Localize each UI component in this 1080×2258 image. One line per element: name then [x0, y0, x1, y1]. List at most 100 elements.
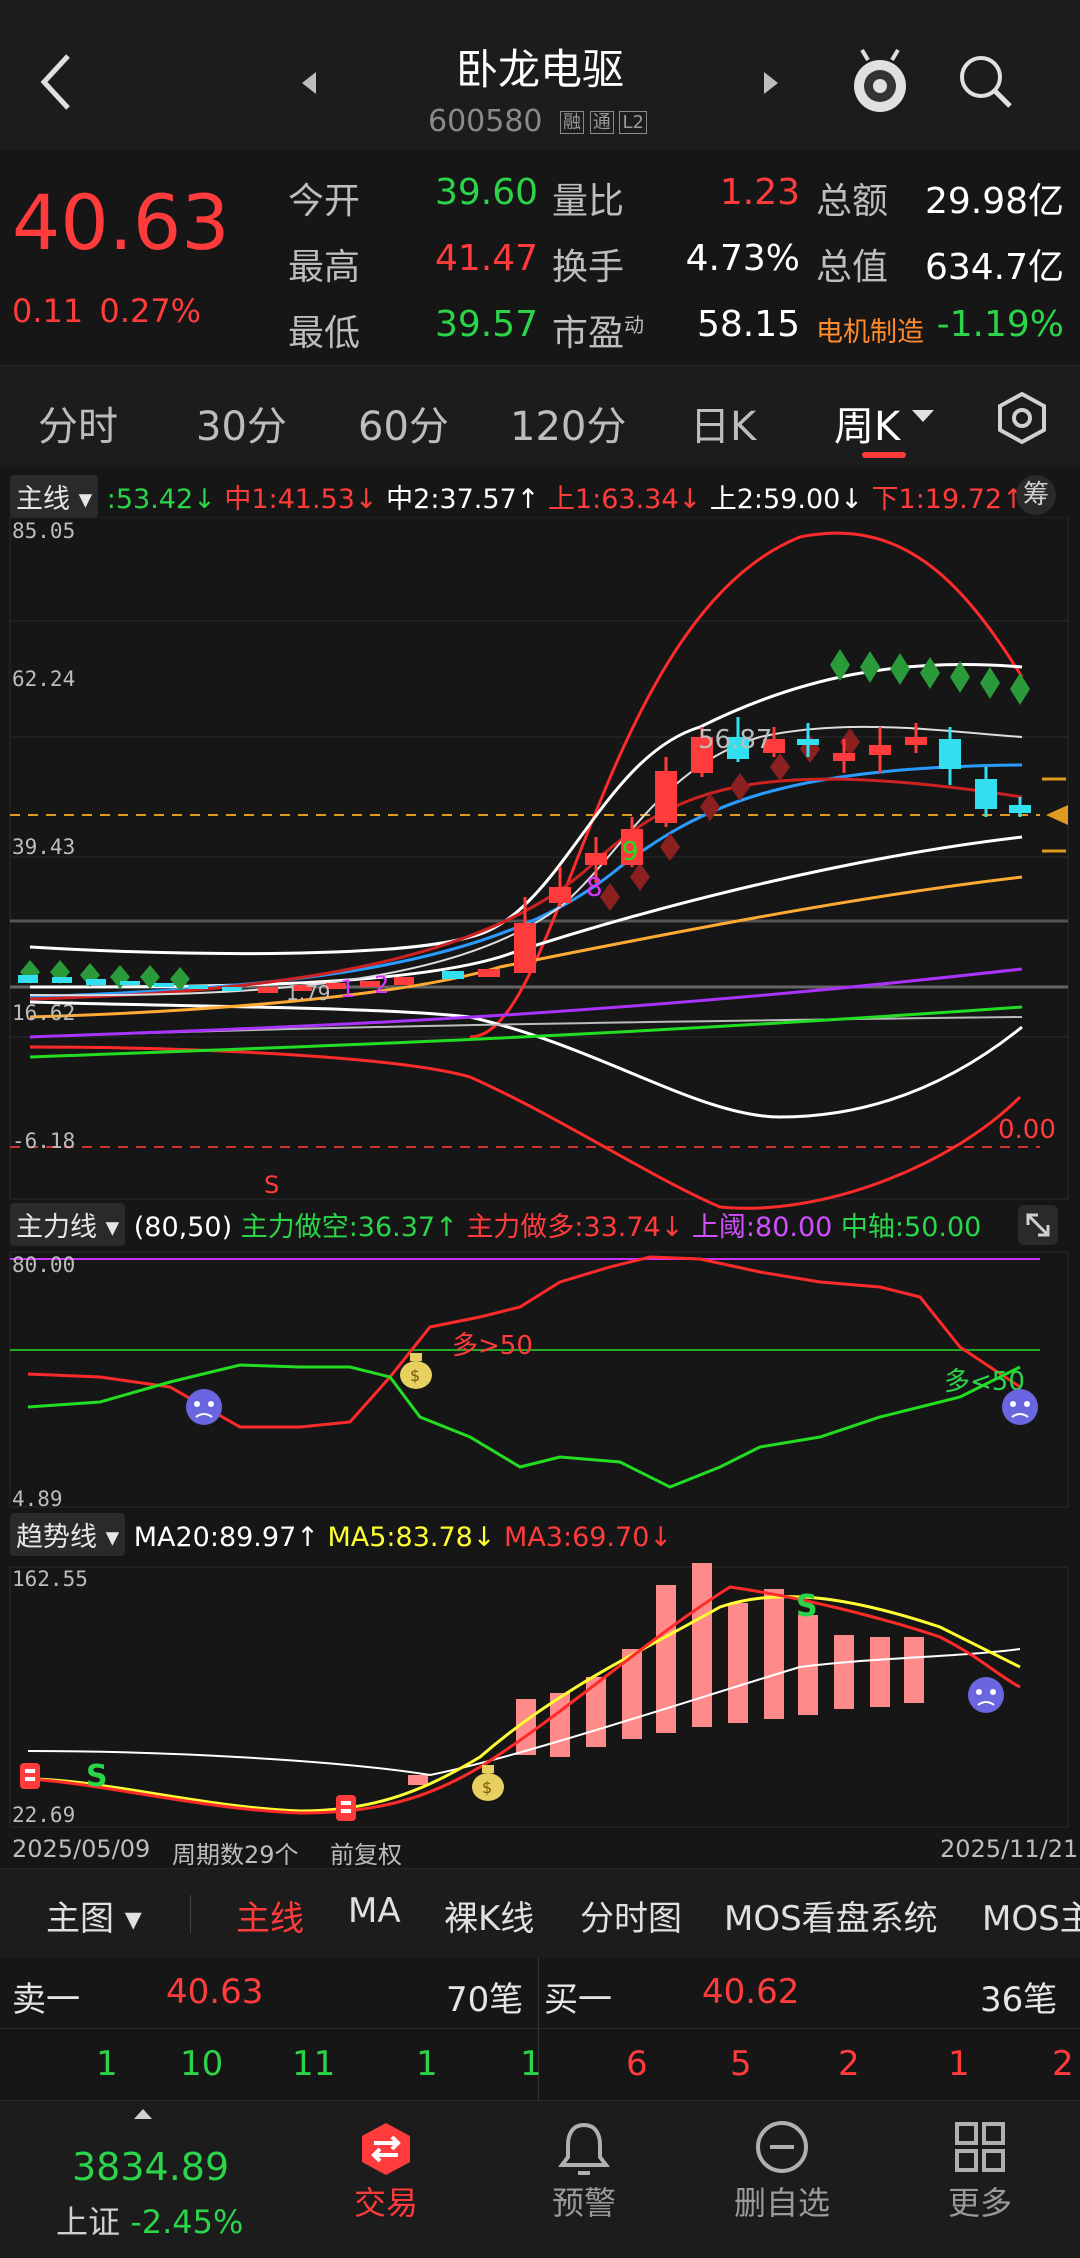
main-ytick-4: -6.18 — [12, 1129, 76, 1153]
nav-alert-label: 预警 — [551, 2184, 616, 2222]
buy-label: 买一 — [544, 1980, 612, 2020]
marker-1: 1 — [340, 975, 356, 1003]
buy-lot-1: 5 — [730, 2044, 752, 2084]
low-value-label: 1.79 — [286, 981, 331, 1005]
ctab-ma[interactable]: MA — [348, 1891, 401, 1931]
index-name: 上证 — [56, 2203, 121, 2241]
marker-9: 9 — [622, 837, 639, 867]
main-indicator-select[interactable]: 主线 ▾ — [10, 475, 99, 518]
period-count: 周期数29个 — [172, 1841, 299, 1869]
sell-lot-2: 11 — [292, 2044, 336, 2084]
marker-8: 8 — [586, 873, 603, 903]
kline-chart[interactable] — [0, 517, 1080, 1867]
bottom-nav: 3834.89 上证 -2.45% 交易 预警 删自选 更多 — [0, 2100, 1080, 2257]
price-change: 0.11 0.27% — [12, 292, 201, 330]
nav-more[interactable]: 更多 — [880, 2101, 1080, 2258]
orderbook: 卖一 40.63 70笔 买一 40.62 36笔 1 10 11 1 1 6 … — [0, 1958, 1080, 2100]
trend-signal-s1: S — [86, 1759, 108, 1794]
mascot-icon[interactable] — [848, 46, 912, 116]
force-indicator-select[interactable]: 主力线 ▾ — [10, 1203, 126, 1246]
ctab-mainline[interactable]: 主线 — [236, 1891, 304, 1940]
tab-dropdown-icon[interactable] — [910, 408, 936, 424]
trend-legend: 趋势线 ▾ MA20:89.97↑ MA5:83.78↓ MA3:69.70↓ — [10, 1513, 672, 1556]
nav-remove-watchlist[interactable]: 删自选 — [682, 2101, 882, 2258]
buy-signal-icon — [20, 1763, 40, 1789]
buy-price: 40.62 — [702, 1972, 800, 2012]
buy-lot-2: 2 — [838, 2044, 860, 2084]
sell-price: 40.63 — [166, 1972, 264, 2012]
money-bag-icon-2: $ — [472, 1765, 504, 1801]
force-legend-1: 主力做空:36.37↑ — [240, 1212, 458, 1243]
stat-value-low: 39.57 — [434, 304, 538, 345]
top-bar: 卧龙电驱 600580 融 通 L2 — [0, 0, 1080, 150]
chart-area: 主线 ▾ :53.42↓ 中1:41.53↓ 中2:37.57↑ 上1:63.3… — [0, 465, 1080, 1870]
minus-circle-icon — [756, 2121, 808, 2173]
chip-button[interactable]: 筹 — [1016, 475, 1056, 515]
bell-icon — [558, 2122, 610, 2175]
prev-stock-icon[interactable] — [300, 70, 320, 96]
tab-60min[interactable]: 60分 — [358, 394, 449, 452]
ctab-mos-system[interactable]: MOS看盘系统 — [724, 1891, 938, 1940]
last-price: 40.63 — [12, 178, 230, 267]
sell-lot-3: 1 — [416, 2044, 438, 2084]
ctab-intraday[interactable]: 分时图 — [580, 1891, 682, 1940]
marker-current — [1046, 805, 1068, 825]
sell-lot-1: 10 — [180, 2044, 224, 2084]
expand-up-icon — [134, 2109, 152, 2119]
stock-tags: 融 通 L2 — [560, 108, 647, 134]
main-legend-5: 下1:19.72↑ — [871, 484, 1025, 515]
main-legend-4: 上2:59.00↓ — [709, 484, 863, 515]
tab-120min[interactable]: 120分 — [510, 394, 626, 452]
index-widget[interactable]: 3834.89 上证 -2.45% — [0, 2101, 290, 2258]
nav-trade[interactable]: 交易 — [286, 2101, 486, 2258]
pe-label: 市盈 — [552, 313, 625, 354]
trend-indicator-select[interactable]: 趋势线 ▾ — [10, 1513, 126, 1556]
trend-signal-s2: S — [796, 1589, 818, 1624]
force-indicator-label: 主力线 — [16, 1212, 97, 1243]
stat-value-pe: 58.15 — [696, 304, 800, 345]
trend-ytick-1: 22.69 — [12, 1803, 76, 1827]
force-legend: 主力线 ▾ (80,50) 主力做空:36.37↑ 主力做多:33.74↓ 上阈… — [10, 1203, 981, 1246]
tab-daily[interactable]: 日K — [690, 394, 756, 452]
stat-label-low: 最低 — [288, 313, 361, 354]
sad-face-icon-3 — [968, 1677, 1004, 1713]
back-icon[interactable] — [38, 52, 78, 112]
money-bag-icon: $ — [400, 1353, 432, 1389]
settings-hex-icon[interactable] — [994, 390, 1050, 446]
search-icon[interactable] — [956, 52, 1016, 112]
ctab-bare-kline[interactable]: 裸K线 — [444, 1891, 534, 1940]
band-lower-red — [29, 1045, 1022, 1210]
tag-connect: 通 — [589, 111, 614, 134]
next-stock-icon[interactable] — [760, 70, 780, 96]
tab-intraday[interactable]: 分时 — [38, 394, 118, 452]
nav-alert[interactable]: 预警 — [484, 2101, 684, 2258]
stat-label-pe: 市盈动 — [552, 304, 644, 356]
force-short-line — [27, 1363, 1021, 1489]
force-frame — [9, 1251, 1069, 1508]
main-ytick-2: 39.43 — [12, 835, 76, 859]
sad-face-icon — [186, 1389, 222, 1425]
stat-label-high: 最高 — [288, 247, 361, 288]
trade-icon — [362, 2123, 410, 2175]
main-chart-select-label: 主图 — [46, 1899, 114, 1939]
stat-label-turnover: 换手 — [552, 247, 625, 288]
force-legend-0: (80,50) — [133, 1212, 233, 1243]
signal-s: S — [264, 1171, 280, 1199]
sell-lot-4: 1 — [520, 2044, 542, 2084]
stat-value-turnover: 4.73% — [685, 238, 800, 279]
tab-30min[interactable]: 30分 — [196, 394, 287, 452]
sector-name[interactable]: 电机制造 — [816, 310, 924, 349]
main-legend-2: 中2:37.57↑ — [386, 484, 540, 515]
main-chart-select[interactable]: 主图 ▾ — [46, 1891, 142, 1940]
main-ytick-0: 85.05 — [12, 519, 76, 543]
expand-icon[interactable] — [1018, 1205, 1058, 1245]
sell-count: 70笔 — [446, 1980, 524, 2020]
pe-sup: 动 — [624, 313, 645, 337]
tab-weekly[interactable]: 周K — [834, 394, 900, 452]
adjust-mode[interactable]: 前复权 — [330, 1835, 402, 1870]
ctab-mos-main[interactable]: MOS主 — [982, 1891, 1080, 1940]
price-high-label: 56.87 — [698, 725, 773, 755]
end-date: 2025/11/21 — [940, 1835, 1079, 1863]
tab-divider — [190, 1895, 191, 1933]
force-legend-4: 中轴:50.00 — [840, 1212, 982, 1243]
